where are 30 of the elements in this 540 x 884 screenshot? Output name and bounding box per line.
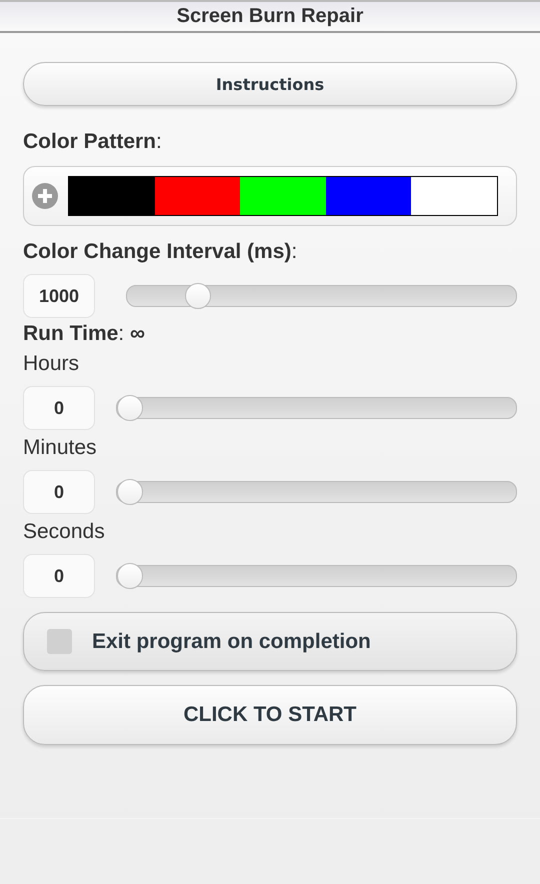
- time-field[interactable]: 0: [23, 470, 95, 514]
- color-pattern-label: Color Pattern:: [23, 130, 163, 154]
- slider-thumb[interactable]: [117, 563, 143, 589]
- time-field[interactable]: 0: [23, 386, 95, 430]
- color-swatch[interactable]: [154, 177, 240, 215]
- time-slider[interactable]: [116, 397, 517, 419]
- interval-slider[interactable]: [126, 285, 517, 307]
- slider-thumb[interactable]: [185, 283, 212, 309]
- slider-thumb[interactable]: [117, 479, 143, 505]
- time-slider[interactable]: [116, 481, 517, 503]
- time-unit-label: Minutes: [23, 436, 98, 460]
- exit-option[interactable]: Exit program on completion: [23, 612, 517, 671]
- color-swatch[interactable]: [326, 177, 412, 215]
- interval-field[interactable]: 1000: [23, 274, 95, 318]
- add-icon[interactable]: [32, 183, 58, 209]
- time-unit-label: Seconds: [23, 520, 106, 544]
- checkbox[interactable]: [47, 629, 72, 654]
- color-swatch[interactable]: [240, 177, 326, 215]
- color-swatch[interactable]: [411, 177, 497, 215]
- slider-thumb[interactable]: [117, 395, 143, 421]
- time-slider[interactable]: [116, 565, 517, 587]
- color-swatch[interactable]: [69, 177, 155, 215]
- time-field[interactable]: 0: [23, 554, 95, 598]
- exit-option-label: Exit program on completion: [92, 630, 371, 654]
- instructions-button[interactable]: Instructions: [23, 62, 517, 106]
- app-title: Screen Burn Repair: [176, 5, 364, 28]
- interval-label: Color Change Interval (ms):: [23, 240, 298, 264]
- time-unit-label: Hours: [23, 352, 80, 376]
- start-button[interactable]: CLICK TO START: [23, 685, 517, 745]
- run-time-label: Run Time: ∞: [23, 322, 146, 346]
